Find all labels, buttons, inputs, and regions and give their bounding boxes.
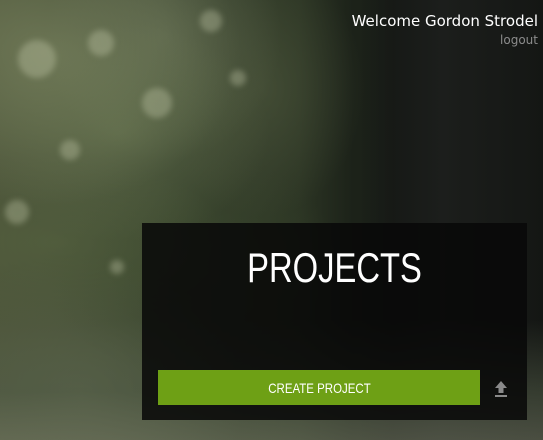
create-project-label: CREATE PROJECT: [267, 379, 371, 396]
upload-button[interactable]: [486, 373, 516, 403]
page-title: PROJECTS: [247, 244, 422, 291]
projects-panel: PROJECTS CREATE PROJECT: [142, 223, 527, 420]
create-project-button[interactable]: CREATE PROJECT: [158, 370, 480, 405]
logout-link[interactable]: logout: [352, 32, 538, 48]
upload-icon: [495, 381, 507, 397]
welcome-text: Welcome Gordon Strodel: [351, 12, 538, 30]
user-area: Welcome Gordon Strodel logout: [352, 12, 538, 48]
